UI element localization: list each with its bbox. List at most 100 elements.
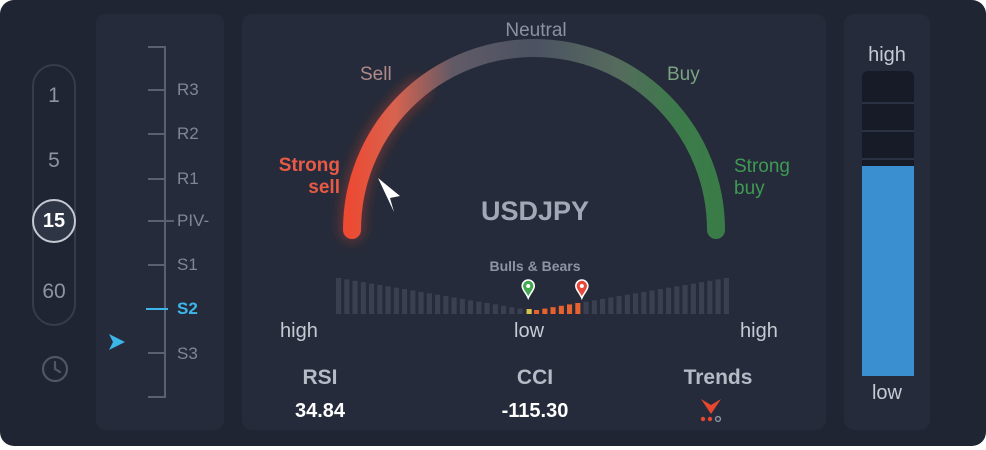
bulls-bears-bar (624, 294, 630, 314)
bulls-bears-bar (715, 279, 721, 314)
bulls-bears-bar (377, 285, 383, 314)
bulls-bears-bar (443, 296, 449, 314)
volume-divider (862, 130, 914, 132)
bulls-bears-bar (608, 297, 614, 314)
bulls-bears-bar (344, 279, 350, 314)
timeframe-option-1[interactable]: 1 (32, 84, 76, 108)
bulls-bears-title: Bulls & Bears (489, 258, 581, 274)
timeframe-option-5[interactable]: 5 (32, 149, 76, 173)
bulls-bears-bar (600, 298, 606, 314)
ladder-cap-bottom (148, 396, 166, 398)
bulls-bears-bar-active (558, 305, 564, 314)
bulls-bears-left-label: high (280, 320, 318, 342)
clock-icon[interactable] (40, 354, 70, 384)
bulls-bears-bar (410, 290, 416, 314)
bears-marker-icon (575, 279, 589, 301)
symbol-title: USDJPY (480, 196, 590, 226)
gauge-label-sell: Sell (360, 64, 392, 85)
bulls-bears-bar (583, 301, 589, 314)
bulls-bears-bar (517, 308, 523, 314)
bulls-bears-bar (674, 286, 680, 314)
bulls-bears-bar (591, 300, 597, 314)
rsi-label: RSI (302, 366, 338, 389)
bulls-bears-bar (435, 294, 441, 314)
ladder-tick (148, 89, 166, 91)
cci-value: -115.30 (501, 400, 569, 422)
bulls-bears-bar (649, 290, 655, 314)
timeframe-option-15-selected[interactable]: 15 (32, 199, 76, 243)
ladder-cap-top (148, 46, 166, 48)
ladder-tick (148, 264, 166, 266)
pivot-level-s2: S2 (177, 299, 198, 318)
strong-buy-line-1: Strong (734, 156, 790, 177)
bulls-bears-center-label: low (514, 320, 545, 342)
pivot-level-s3: S3 (177, 344, 198, 363)
bulls-bears-bar (360, 282, 366, 314)
bulls-bears-bar (633, 293, 639, 314)
bulls-bears-meter (336, 278, 729, 314)
bulls-bears-bar (418, 291, 424, 314)
bulls-bears-bar (336, 278, 342, 314)
pivot-level-s1: S1 (177, 255, 198, 274)
ladder-tick (148, 178, 166, 180)
bulls-bears-bar (426, 293, 432, 314)
gauge-label-neutral: Neutral (505, 20, 567, 41)
widget-window: 1 5 15 60 R3 R2 R1 PIV- S1 S2 S3 Neutral… (0, 0, 986, 446)
bulls-bears-bar (666, 287, 672, 314)
bulls-bears-bar-active (550, 307, 556, 314)
rsi-value: 34.84 (294, 400, 346, 422)
pivot-level-r2: R2 (177, 124, 199, 143)
ladder-tick-active (146, 308, 168, 310)
pointer-arrow-icon (109, 334, 125, 350)
bulls-bears-bar-active (534, 310, 540, 314)
bulls-bears-bar (699, 282, 705, 314)
volume-divider (862, 158, 914, 160)
bulls-bears-bar (484, 303, 490, 314)
bulls-bears-bar (385, 286, 391, 314)
bulls-bears-bar (451, 297, 457, 314)
ladder-tick (148, 133, 166, 135)
bulls-bears-bar (476, 301, 482, 314)
bulls-bears-bar-active (575, 303, 581, 314)
gauge-label-strong-sell: Strong sell (250, 155, 340, 199)
bulls-bears-bar-active (567, 304, 573, 314)
bulls-bears-bar (723, 278, 729, 314)
volume-high-label: high (868, 44, 906, 66)
bulls-bears-bar (393, 287, 399, 314)
bulls-bears-bar (352, 280, 358, 314)
strong-sell-line-1: Strong (278, 155, 340, 176)
pivot-level-r1: R1 (177, 169, 199, 188)
bulls-bears-bar (616, 296, 622, 314)
trends-label: Trends (683, 366, 753, 389)
cci-label: CCI (516, 366, 554, 389)
bulls-bears-bar-active (542, 308, 548, 314)
bulls-bears-bar (492, 304, 498, 314)
bulls-bears-bar (402, 289, 408, 314)
bulls-bears-bar (690, 283, 696, 314)
bulls-bears-bar (682, 285, 688, 314)
ladder-axis (164, 46, 166, 398)
volume-fill (862, 166, 914, 376)
gauge-label-strong-buy: Strong buy (734, 156, 790, 200)
bulls-bears-bar (707, 280, 713, 314)
ladder-tick (148, 352, 166, 354)
volume-meter (862, 71, 914, 376)
bulls-bears-bar (468, 300, 474, 314)
strong-buy-line-2: buy (734, 178, 765, 199)
bulls-bears-right-label: high (740, 320, 778, 342)
bulls-bears-bar (369, 283, 375, 314)
bulls-bears-bar (509, 307, 515, 314)
trend-down-icon (700, 399, 722, 423)
timeframe-option-60[interactable]: 60 (32, 280, 76, 304)
gauge-label-buy: Buy (667, 64, 700, 85)
bulls-bears-bar (657, 289, 663, 314)
pivot-level-piv: PIV- (177, 211, 210, 230)
pivot-level-r3: R3 (177, 80, 199, 99)
bulls-marker-icon (521, 279, 536, 301)
strong-sell-line-2: sell (308, 177, 340, 198)
bulls-bears-bar (501, 305, 507, 314)
bulls-bears-center-bar (526, 309, 532, 314)
ladder-tick (148, 220, 174, 222)
needle-icon (378, 178, 400, 212)
bulls-bears-bar (459, 298, 465, 314)
